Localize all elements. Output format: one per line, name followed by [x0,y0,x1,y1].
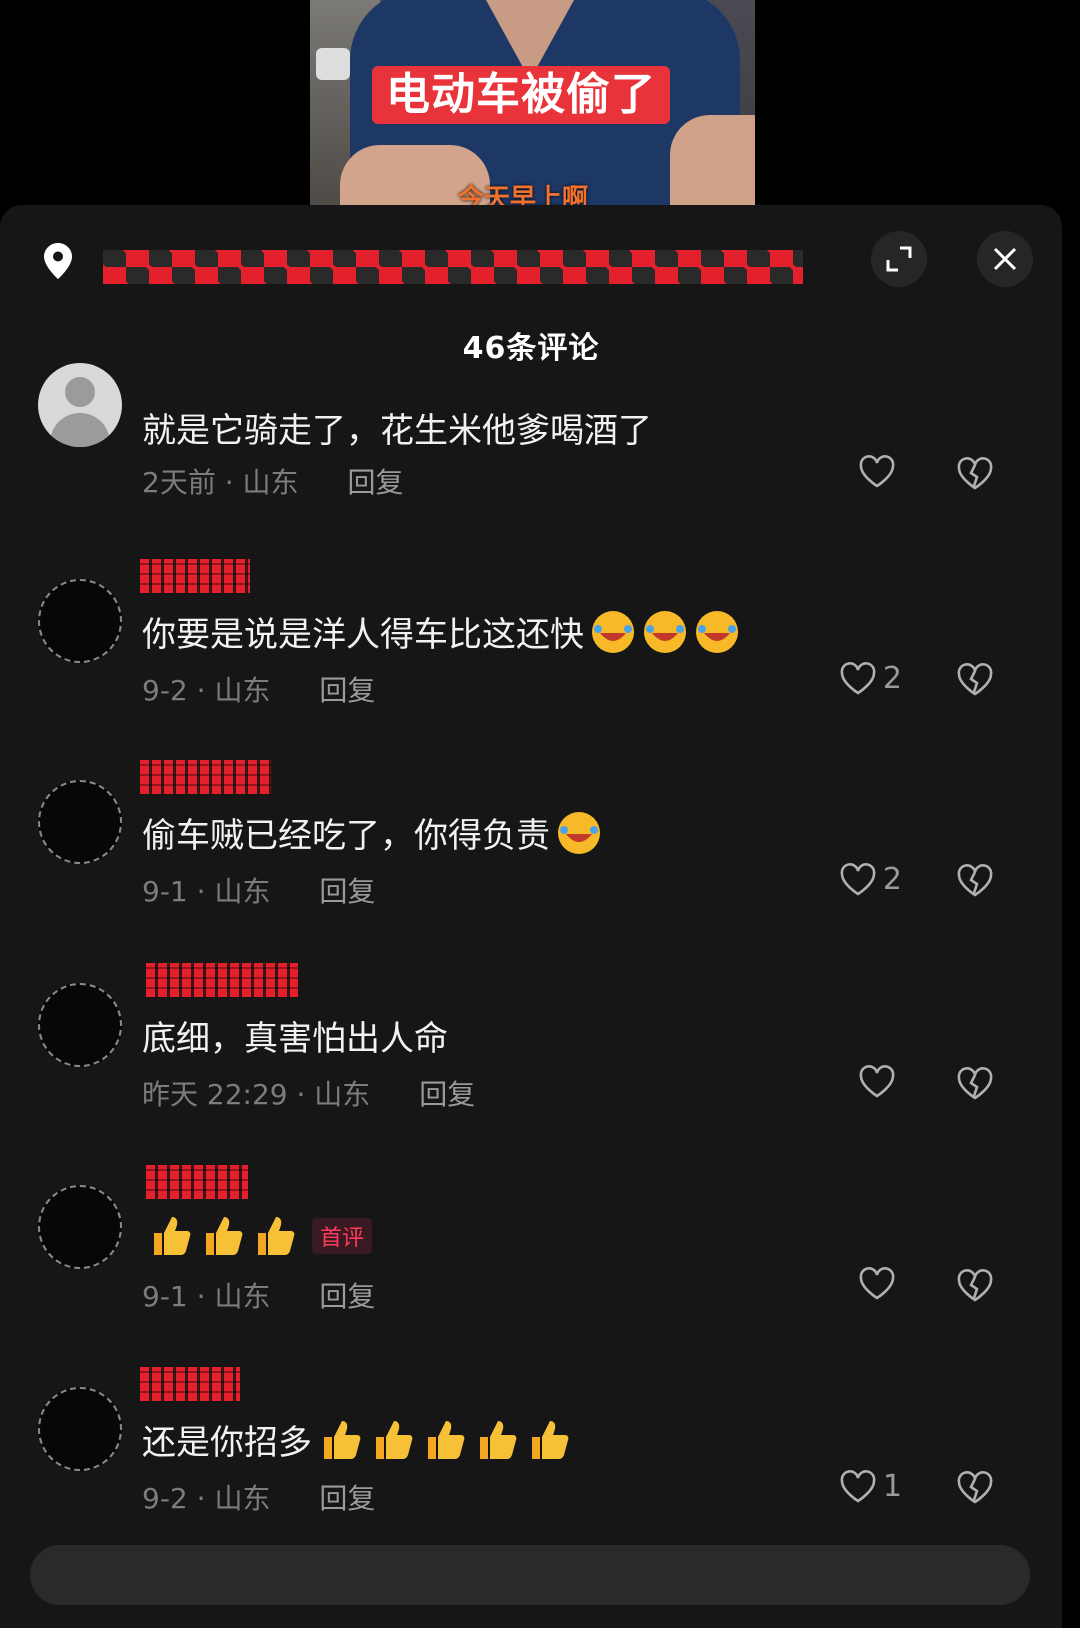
close-icon [993,247,1017,271]
comment-meta: 9-2 · 山东 回复 [142,1482,376,1515]
broken-heart-icon[interactable] [956,864,994,898]
reply-button[interactable]: 回复 [319,875,375,908]
thumbs-up-emoji-icon [376,1420,413,1459]
reply-button[interactable]: 回复 [319,674,375,707]
avatar[interactable] [38,579,122,663]
like-button[interactable] [858,455,902,489]
comment-text: 底细，真害怕出人命 [142,1019,448,1059]
comment-region: 山东 [214,1280,271,1313]
redacted-username[interactable] [146,1165,248,1199]
like-button[interactable]: 1 [839,1469,902,1504]
cup-image [316,48,350,80]
reply-button[interactable]: 回复 [319,1280,375,1313]
redacted-username[interactable] [146,963,298,997]
comment-meta: 9-2 · 山东 回复 [142,674,376,707]
comment-count-title: 46条评论 [462,331,600,366]
video-frame: 电动车被偷了 今天早上啊 [310,0,755,210]
thumbs-up-emoji-icon [480,1420,517,1459]
comment-time: 9-1 [142,1280,188,1313]
video-caption: 电动车被偷了 [372,66,670,125]
like-button[interactable] [858,1065,902,1099]
comment-region: 山东 [214,674,271,707]
expand-button[interactable] [871,231,927,287]
comment-meta: 2天前 · 山东 回复 [142,466,404,499]
laugh-cry-emoji-icon [644,610,686,653]
comment-text-row: 首评 [142,1213,373,1259]
broken-heart-icon[interactable] [956,663,994,697]
comment-text: 你要是说是洋人得车比这还快 [142,615,584,655]
like-button[interactable]: 2 [839,862,902,897]
comment-text-row: 偷车贼已经吃了，你得负责 [142,808,602,857]
heart-icon [840,862,876,896]
first-comment-badge: 首评 [312,1218,373,1254]
redacted-location-text[interactable] [103,250,803,284]
comment-input-bar[interactable] [30,1545,1030,1605]
reply-button[interactable]: 回复 [419,1078,475,1111]
heart-icon [859,1065,895,1098]
comment-time: 2天前 [142,466,216,499]
comment-time: 昨天 22:29 [142,1078,288,1111]
reply-button[interactable]: 回复 [319,1482,375,1515]
broken-heart-icon[interactable] [956,457,994,491]
avatar[interactable] [38,780,122,864]
thumbs-up-emoji-icon [154,1217,191,1255]
avatar[interactable] [38,363,122,447]
comment-text-row: 你要是说是洋人得车比这还快 [142,607,740,656]
redacted-username[interactable] [140,760,272,794]
comment-time: 9-1 [142,875,188,908]
broken-heart-icon[interactable] [956,1471,994,1505]
like-button[interactable] [858,1267,902,1301]
heart-icon [859,455,895,488]
broken-heart-icon[interactable] [956,1067,994,1101]
person-arm-right [670,115,755,210]
video-preview[interactable]: 电动车被偷了 今天早上啊 [0,0,1080,210]
comment-item[interactable]: 底细，真害怕出人命 昨天 22:29 · 山东 回复 [0,963,1062,1163]
comment-item[interactable]: 首评 9-1 · 山东 回复 [0,1165,1062,1365]
comment-region: 山东 [314,1078,371,1111]
heart-icon [840,1469,876,1503]
redacted-username[interactable] [140,1367,240,1401]
comment-item[interactable]: 你要是说是洋人得车比这还快 9-2 · 山东 回复 2 [0,559,1062,759]
comment-item[interactable]: 就是它骑走了，花生米他爹喝酒了 2天前 · 山东 回复 [0,363,1062,567]
thumbs-up-emoji-icon [428,1420,465,1459]
close-button[interactable] [977,231,1033,287]
avatar[interactable] [38,983,122,1067]
comment-text: 就是它骑走了，花生米他爹喝酒了 [142,411,652,451]
laugh-cry-emoji-icon [696,610,738,653]
avatar[interactable] [38,1185,122,1269]
reply-button[interactable]: 回复 [347,466,403,499]
laugh-cry-emoji-icon [592,610,634,653]
thumbs-up-emoji-icon [206,1217,243,1255]
comments-sheet: 46条评论 就是它骑走了，花生米他爹喝酒了 2天前 · 山东 回复 你要是说是洋… [0,205,1062,1628]
like-count: 2 [882,862,902,897]
comment-region: 山东 [214,875,271,908]
like-count: 2 [882,661,902,696]
like-button[interactable]: 2 [839,661,902,696]
location-pin-icon[interactable] [44,243,72,279]
comment-region: 山东 [214,1482,271,1515]
thumbs-up-emoji-icon [324,1420,361,1459]
avatar[interactable] [38,1387,122,1471]
comment-item[interactable]: 偷车贼已经吃了，你得负责 9-1 · 山东 回复 2 [0,760,1062,960]
expand-icon [886,246,912,272]
comment-item[interactable]: 还是你招多 9-2 · 山东 回复 1 [0,1367,1062,1567]
comment-meta: 9-1 · 山东 回复 [142,1280,376,1313]
thumbs-up-emoji-icon [258,1217,295,1255]
comment-text: 偷车贼已经吃了，你得负责 [142,816,550,856]
comment-region: 山东 [242,466,299,499]
laugh-cry-emoji-icon [558,811,600,854]
broken-heart-icon[interactable] [956,1269,994,1303]
comment-meta: 昨天 22:29 · 山东 回复 [142,1078,476,1111]
heart-icon [840,661,876,695]
like-count: 1 [882,1469,902,1504]
comment-time: 9-2 [142,1482,188,1515]
sheet-header [0,205,1062,305]
comment-meta: 9-1 · 山东 回复 [142,875,376,908]
redacted-username[interactable] [140,559,250,593]
thumbs-up-emoji-icon [532,1420,569,1459]
comment-text: 还是你招多 [142,1423,312,1463]
heart-icon [859,1267,895,1300]
comment-time: 9-2 [142,674,188,707]
comment-text-row: 还是你招多 [142,1415,572,1464]
